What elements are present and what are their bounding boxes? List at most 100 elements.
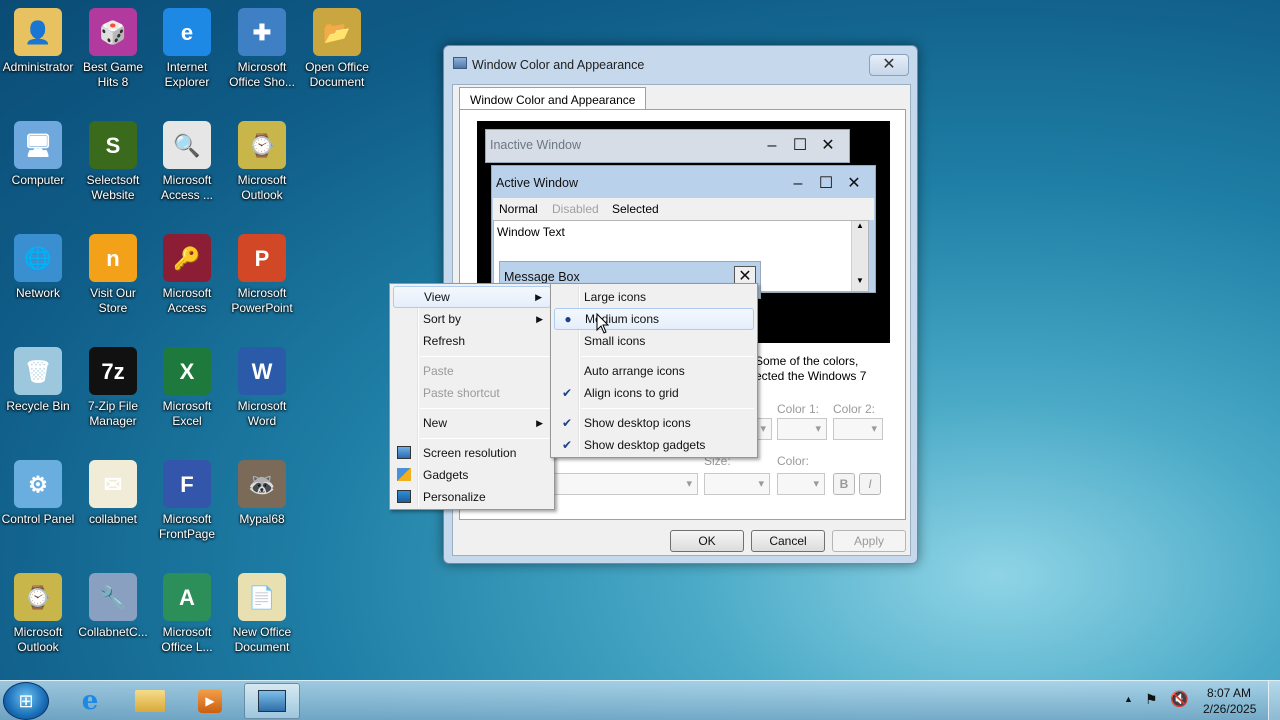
desktop-icon[interactable]: ⌚ Microsoft Outlook [224, 121, 300, 203]
italic-button[interactable]: I [859, 473, 881, 495]
desktop-icon[interactable]: S Selectsoft Website [75, 121, 151, 203]
menu-item-refresh-label: Refresh [423, 334, 466, 348]
menu-item-personalize[interactable]: Personalize [393, 486, 551, 508]
desktop-icon[interactable]: 🔑 Microsoft Access [149, 234, 225, 316]
control-panel-icon: ⚙ [14, 460, 62, 508]
menu-item-view[interactable]: View ▶ [393, 286, 551, 308]
desktop-icon-label: Microsoft PowerPoint [231, 286, 293, 315]
volume-muted-icon[interactable]: 🔇 [1170, 690, 1189, 708]
preview-scrollbar: ▲ ▼ [851, 221, 868, 291]
user-folder-icon: 👤 [14, 8, 62, 56]
maximize-icon: ☐ [792, 137, 808, 154]
desktop-icon-label: Control Panel [1, 512, 75, 526]
desktop-icon[interactable]: F Microsoft FrontPage [149, 460, 225, 542]
close-icon: ✕ [821, 137, 835, 154]
font-dropdown[interactable] [548, 473, 698, 495]
desktop-icon-label: Microsoft Office L... [161, 625, 213, 654]
desktop-icon[interactable]: 🖥 Computer [0, 121, 76, 188]
font-size-dropdown[interactable] [704, 473, 770, 495]
color2-dropdown[interactable] [833, 418, 883, 440]
desktop-icon[interactable]: e Internet Explorer [149, 8, 225, 90]
menu-item-small-icons[interactable]: Small icons [554, 330, 754, 352]
menu-item-paste-shortcut-label: Paste shortcut [423, 386, 500, 400]
apply-button[interactable]: Apply [832, 530, 906, 552]
recycle-bin-icon: 🗑 [14, 347, 62, 395]
action-center-icon[interactable]: ⚑ [1145, 691, 1158, 708]
desktop-icon[interactable]: P Microsoft PowerPoint [224, 234, 300, 316]
desktop-icon[interactable]: 🎲 Best Game Hits 8 [75, 8, 151, 90]
dialog-close-button[interactable]: ✕ [869, 54, 909, 76]
desktop-icon[interactable]: 🌐 Network [0, 234, 76, 301]
desktop-icon[interactable]: A Microsoft Office L... [149, 573, 225, 655]
checkmark-icon: ✔ [561, 386, 573, 400]
open-office-document-icon: 📂 [313, 8, 361, 56]
menu-item-align-to-grid[interactable]: ✔ Align icons to grid [554, 382, 754, 404]
outlook-icon: ⌚ [238, 121, 286, 169]
desktop-icon[interactable]: X Microsoft Excel [149, 347, 225, 429]
clock-date[interactable]: 2/26/2025 [1203, 702, 1256, 716]
certificate-icon: ✉ [89, 460, 137, 508]
desktop-icon[interactable]: ⌚ Microsoft Outlook [0, 573, 76, 655]
taskbar-window-color-appearance[interactable] [244, 683, 300, 719]
ok-button[interactable]: OK [670, 530, 744, 552]
menu-item-auto-arrange[interactable]: Auto arrange icons [554, 360, 754, 382]
screen-resolution-icon [397, 446, 411, 459]
desktop-icon[interactable]: ✉ collabnet [75, 460, 151, 527]
view-submenu: Large icons ● Medium icons Small icons Au… [550, 283, 758, 458]
menu-item-medium-icons[interactable]: ● Medium icons [554, 308, 754, 330]
menu-item-new-label: New [423, 416, 448, 430]
menu-item-screen-resolution[interactable]: Screen resolution [393, 442, 551, 464]
desktop-icon[interactable]: 🦝 Mypal68 [224, 460, 300, 527]
desktop-icon[interactable]: 📄 New Office Document [224, 573, 300, 655]
menu-item-paste-label: Paste [423, 364, 454, 378]
menu-item-paste[interactable]: Paste [393, 360, 551, 382]
desktop-icon-label: Recycle Bin [6, 399, 70, 413]
menu-item-large-icons-label: Large icons [584, 290, 647, 304]
menu-item-auto-arrange-label: Auto arrange icons [584, 364, 685, 378]
color1-dropdown[interactable] [777, 418, 827, 440]
taskbar-windows-explorer[interactable] [122, 683, 178, 719]
taskbar-media-player[interactable]: ▶ [182, 683, 238, 719]
menu-item-new[interactable]: New ▶ [393, 412, 551, 434]
desktop-icon-label: Selectsoft Website [86, 173, 140, 202]
desktop-icon[interactable]: 👤 Administrator [0, 8, 76, 75]
folder-icon [135, 690, 165, 712]
computer-icon: 🖥 [14, 121, 62, 169]
minimize-icon: – [793, 175, 803, 192]
menu-item-paste-shortcut[interactable]: Paste shortcut [393, 382, 551, 404]
show-hidden-icons-button[interactable]: ▲ [1124, 694, 1133, 704]
show-desktop-button[interactable] [1268, 681, 1280, 720]
menu-item-show-desktop-gadgets[interactable]: ✔ Show desktop gadgets [554, 434, 754, 456]
desktop-icon[interactable]: 📂 Open Office Document [299, 8, 375, 90]
taskbar-internet-explorer[interactable]: e [62, 683, 118, 719]
menu-separator [420, 356, 551, 357]
desktop-icon[interactable]: n Visit Our Store [75, 234, 151, 316]
menu-item-refresh[interactable]: Refresh [393, 330, 551, 352]
start-button[interactable]: ⊞ [3, 682, 49, 720]
raccoon-icon: 🦝 [238, 460, 286, 508]
collabnet-client-icon: 🔧 [89, 573, 137, 621]
font-color-dropdown[interactable] [777, 473, 825, 495]
desktop-icon[interactable]: 🔧 CollabnetC... [75, 573, 151, 640]
clock-time[interactable]: 8:07 AM [1207, 686, 1251, 700]
menu-item-large-icons[interactable]: Large icons [554, 286, 754, 308]
desktop-icon[interactable]: 7z 7-Zip File Manager [75, 347, 151, 429]
menu-item-show-desktop-icons[interactable]: ✔ Show desktop icons [554, 412, 754, 434]
submenu-arrow-icon: ▶ [535, 292, 542, 302]
desktop-icon-label: Microsoft Outlook [13, 625, 63, 654]
menu-item-sort-by[interactable]: Sort by ▶ [393, 308, 551, 330]
tab-window-color-appearance[interactable]: Window Color and Appearance [459, 87, 647, 110]
word-icon: W [238, 347, 286, 395]
menu-item-personalize-label: Personalize [423, 490, 486, 504]
desktop-icon[interactable]: ⚙ Control Panel [0, 460, 76, 527]
menu-item-gadgets[interactable]: Gadgets [393, 464, 551, 486]
desktop-context-menu: View ▶ Sort by ▶ Refresh Paste Paste short… [389, 283, 555, 510]
bold-button[interactable]: B [833, 473, 855, 495]
submenu-arrow-icon: ▶ [536, 418, 543, 428]
cancel-button[interactable]: Cancel [751, 530, 825, 552]
desktop-icon[interactable]: ✚ Microsoft Office Sho... [224, 8, 300, 90]
desktop-icon-label: Visit Our Store [90, 286, 136, 315]
desktop-icon[interactable]: 🔍 Microsoft Access ... [149, 121, 225, 203]
desktop-icon[interactable]: 🗑 Recycle Bin [0, 347, 76, 414]
desktop-icon[interactable]: W Microsoft Word [224, 347, 300, 429]
